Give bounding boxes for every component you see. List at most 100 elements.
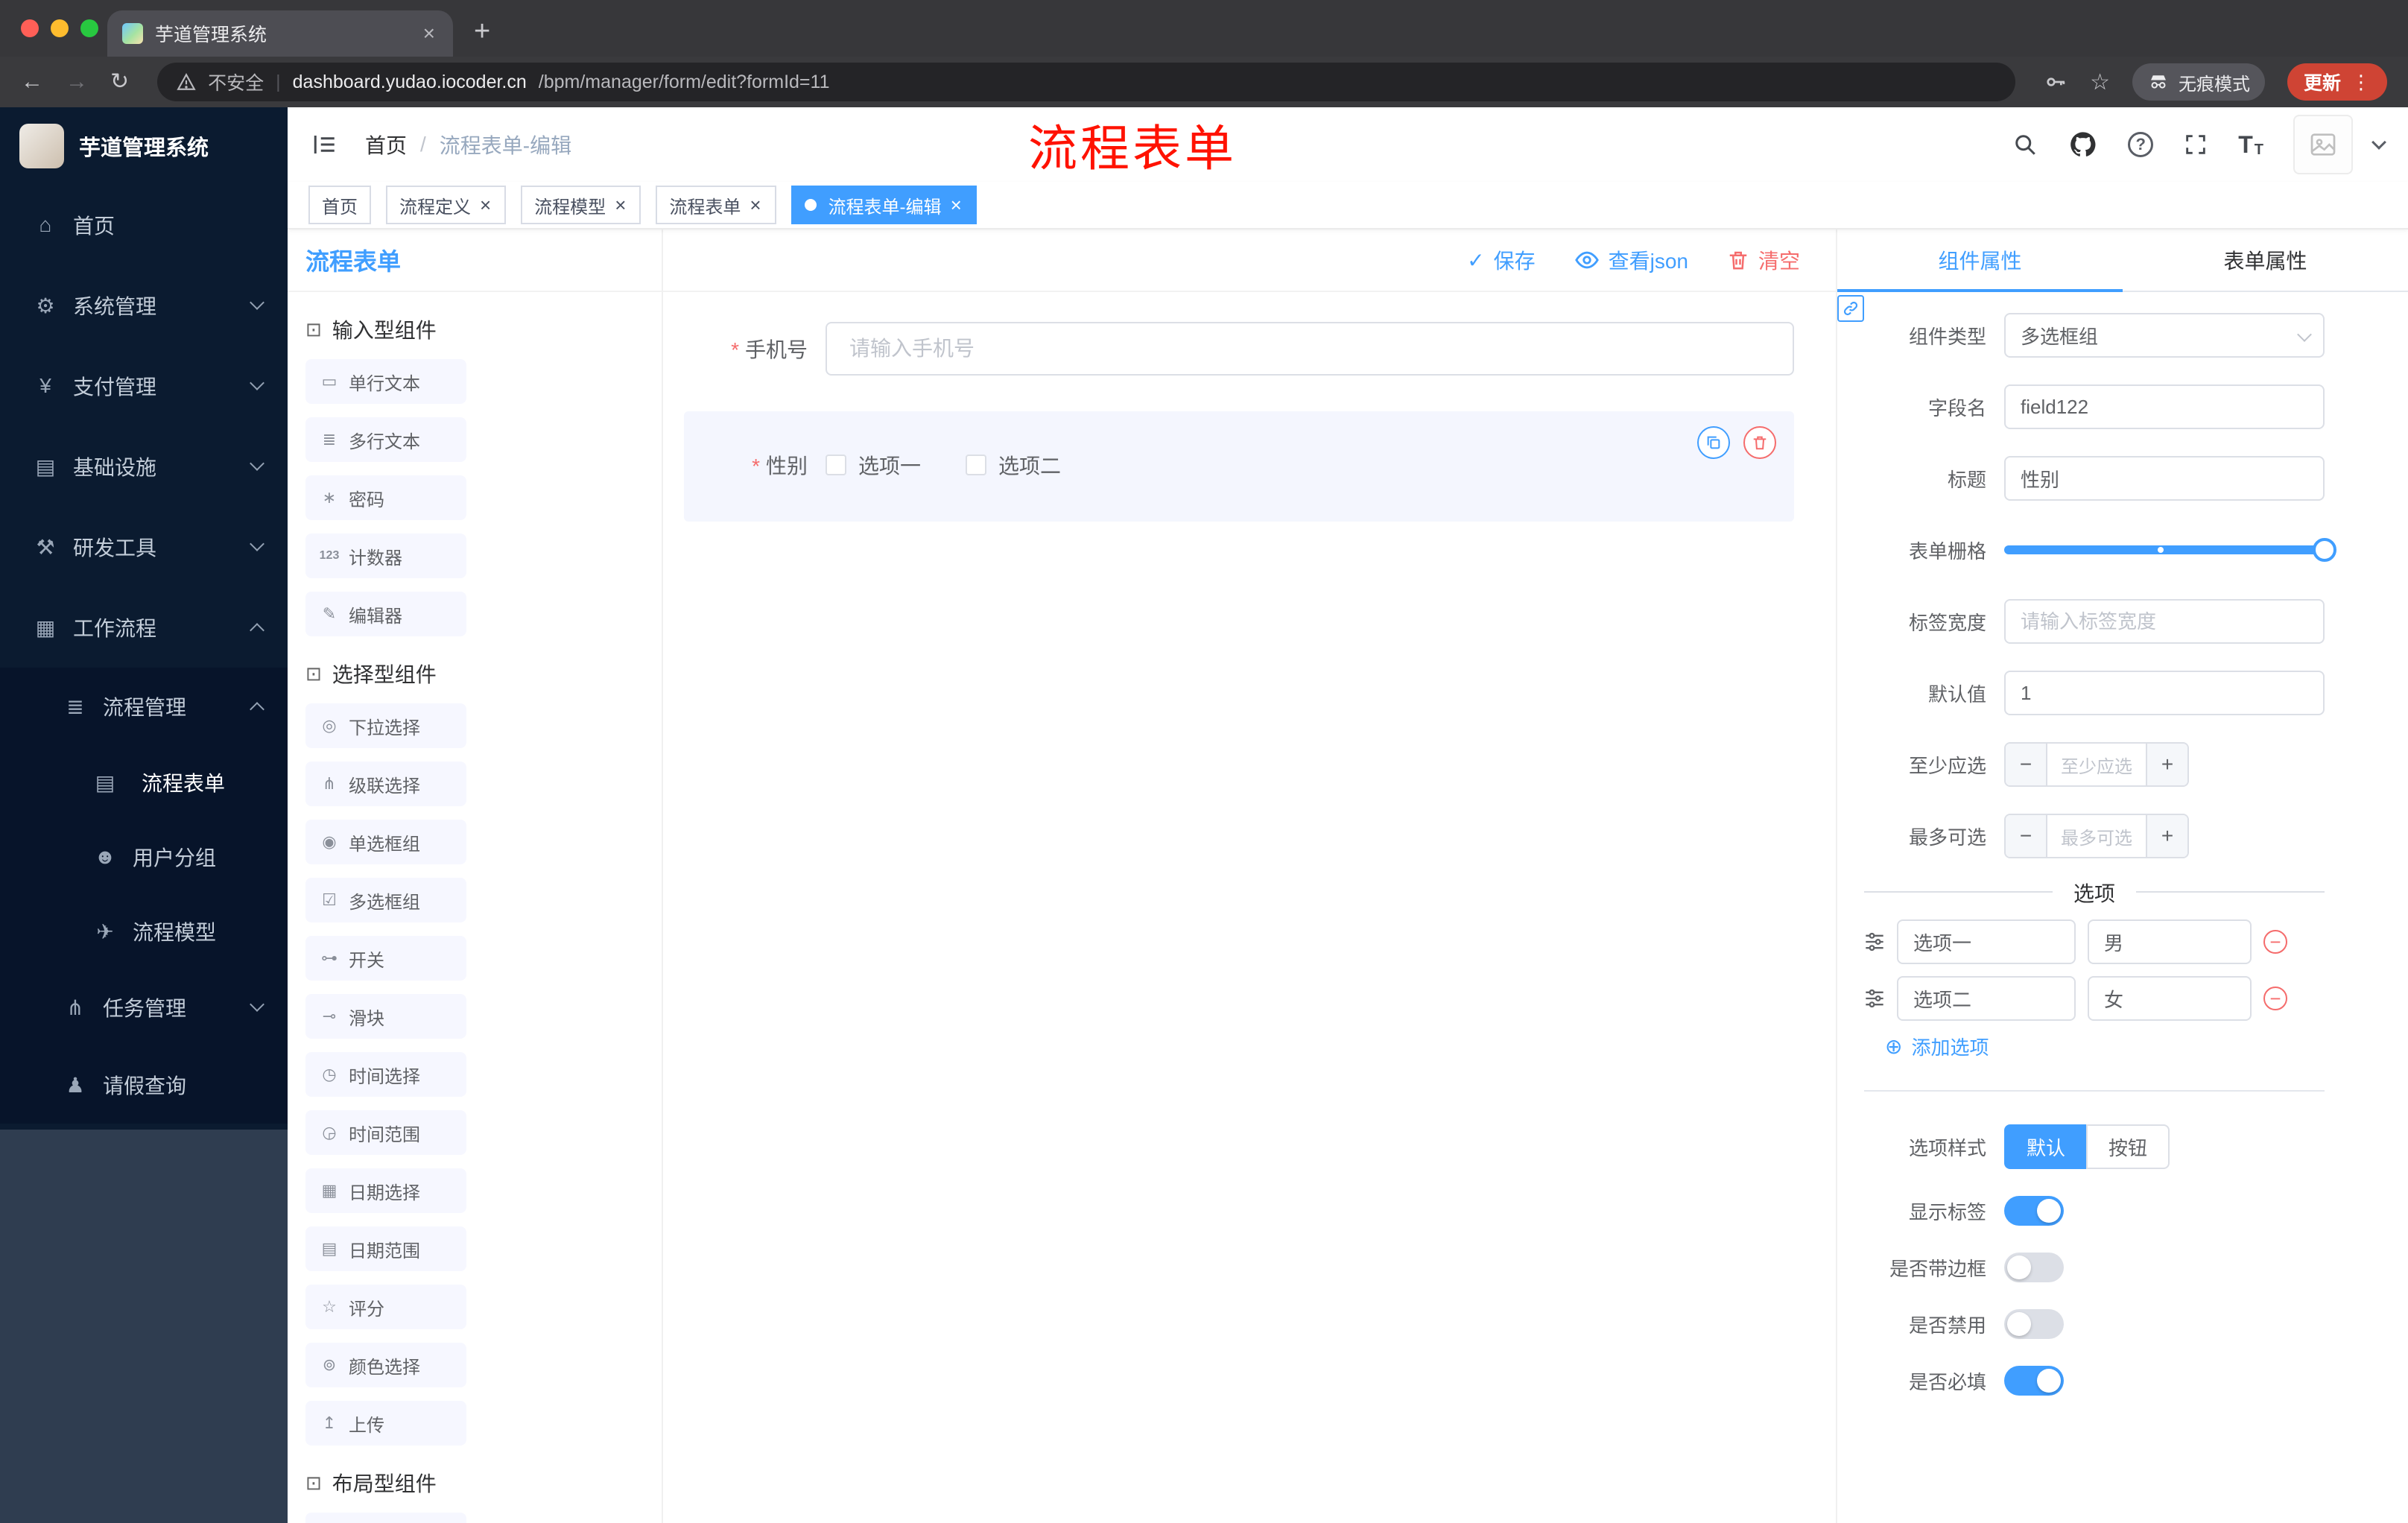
sidebar-item-3[interactable]: ▤ 基础设施	[0, 426, 288, 507]
component-multi-text[interactable]: ≣ 多行文本	[305, 417, 466, 462]
canvas-checkbox-0[interactable]: 选项一	[826, 450, 921, 480]
sidebar-item-11[interactable]: ♟ 请假查询	[0, 1046, 288, 1124]
component-select[interactable]: ◎ 下拉选择	[305, 703, 466, 748]
key-icon[interactable]	[2044, 70, 2068, 94]
tab-close-icon[interactable]: ×	[420, 22, 438, 45]
sidebar-item-7[interactable]: ▤ 流程表单	[0, 745, 288, 820]
tag-close-icon[interactable]: ×	[748, 195, 762, 215]
sidebar-item-6[interactable]: ≣ 流程管理	[0, 668, 288, 745]
avatar[interactable]	[2293, 115, 2353, 174]
component-cascader[interactable]: ⋔ 级联选择	[305, 762, 466, 806]
sidebar-item-8[interactable]: ☻ 用户分组	[0, 820, 288, 894]
option-value-input[interactable]	[2088, 976, 2252, 1021]
sidebar-item-2[interactable]: ¥ 支付管理	[0, 346, 288, 426]
browser-tab[interactable]: 芋道管理系统 ×	[107, 10, 453, 57]
security-label[interactable]: 不安全	[208, 69, 264, 95]
component-switch[interactable]: ⊶ 开关	[305, 936, 466, 981]
sidebar-item-10[interactable]: ⋔ 任务管理	[0, 969, 288, 1046]
sidebar-item-1[interactable]: ⚙ 系统管理	[0, 265, 288, 346]
reload-icon[interactable]: ↻	[110, 71, 129, 93]
toggle-switch[interactable]	[2004, 1253, 2064, 1282]
save-button[interactable]: ✓ 保存	[1467, 245, 1535, 275]
github-icon[interactable]	[2068, 130, 2098, 159]
component-password[interactable]: ∗ 密码	[305, 475, 466, 520]
back-icon[interactable]: ←	[21, 71, 43, 93]
toggle-switch[interactable]	[2004, 1309, 2064, 1339]
search-icon[interactable]	[2012, 131, 2038, 158]
link-icon-button[interactable]	[1837, 295, 1864, 322]
canvas-checkbox-1[interactable]: 选项二	[966, 450, 1061, 480]
style-default-button[interactable]: 默认	[2004, 1124, 2087, 1169]
checkbox-box-icon[interactable]	[966, 455, 987, 475]
tag-3[interactable]: 流程表单 ×	[656, 186, 776, 224]
max-select-value[interactable]: 最多可选	[2047, 815, 2146, 857]
style-button-button[interactable]: 按钮	[2086, 1124, 2170, 1169]
option-value-input[interactable]	[2088, 919, 2252, 964]
component-date-range[interactable]: ▤ 日期范围	[305, 1226, 466, 1271]
component-time-range[interactable]: ◶ 时间范围	[305, 1110, 466, 1155]
component-checkbox-group[interactable]: ☑ 多选框组	[305, 878, 466, 922]
component-rate[interactable]: ☆ 评分	[305, 1285, 466, 1329]
component-type-select[interactable]	[2004, 313, 2325, 358]
increase-button[interactable]: +	[2146, 744, 2187, 785]
decrease-button[interactable]: −	[2006, 744, 2047, 785]
decrease-button[interactable]: −	[2006, 815, 2047, 857]
option-label-input[interactable]	[1897, 919, 2076, 964]
remove-option-icon[interactable]: −	[2263, 987, 2287, 1010]
sidebar-item-4[interactable]: ⚒ 研发工具	[0, 507, 288, 587]
tag-4[interactable]: 流程表单-编辑 ×	[790, 186, 977, 224]
tag-close-icon[interactable]: ×	[613, 195, 627, 215]
component-radio-group[interactable]: ◉ 单选框组	[305, 820, 466, 864]
tab-form-props[interactable]: 表单属性	[2123, 229, 2408, 291]
drag-handle-icon[interactable]	[1864, 931, 1885, 952]
increase-button[interactable]: +	[2146, 815, 2187, 857]
option-label-input[interactable]	[1897, 976, 2076, 1021]
tag-0[interactable]: 首页	[308, 186, 371, 224]
component-color[interactable]: ⊚ 颜色选择	[305, 1343, 466, 1387]
component-time[interactable]: ◷ 时间选择	[305, 1052, 466, 1097]
tag-2[interactable]: 流程模型 ×	[521, 186, 641, 224]
forward-icon[interactable]: →	[66, 71, 88, 93]
slider-handle[interactable]	[2313, 538, 2336, 562]
tag-close-icon[interactable]: ×	[949, 195, 963, 215]
toggle-switch[interactable]	[2004, 1366, 2064, 1396]
grid-slider[interactable]	[2004, 528, 2336, 572]
sidebar-item-0[interactable]: ⌂ 首页	[0, 185, 288, 265]
remove-option-icon[interactable]: −	[2263, 930, 2287, 954]
toggle-switch[interactable]	[2004, 1196, 2064, 1226]
field-phone[interactable]: 手机号	[684, 322, 1794, 376]
sidebar-item-5[interactable]: ▦ 工作流程	[0, 587, 288, 668]
bookmark-star-icon[interactable]: ☆	[2090, 69, 2110, 95]
component-single-text[interactable]: ▭ 单行文本	[305, 359, 466, 404]
checkbox-box-icon[interactable]	[826, 455, 846, 475]
fullscreen-icon[interactable]	[2183, 132, 2208, 157]
maximize-window-button[interactable]	[80, 19, 98, 37]
tab-component-props[interactable]: 组件属性	[1837, 229, 2123, 292]
breadcrumb-home[interactable]: 首页	[365, 130, 407, 159]
tag-close-icon[interactable]: ×	[478, 195, 492, 215]
field-phone-input[interactable]	[826, 322, 1794, 376]
view-json-button[interactable]: 查看json	[1574, 245, 1688, 275]
browser-update-button[interactable]: 更新 ⋮	[2287, 63, 2387, 101]
component-date[interactable]: ▦ 日期选择	[305, 1168, 466, 1213]
component-slider[interactable]: ⊸ 滑块	[305, 994, 466, 1039]
component-upload[interactable]: ↥ 上传	[305, 1401, 466, 1446]
copy-field-button[interactable]	[1697, 426, 1730, 459]
collapse-menu-icon[interactable]	[311, 131, 338, 158]
sidebar-logo[interactable]: 芋道管理系统	[0, 107, 288, 185]
sidebar-item-9[interactable]: ✈ 流程模型	[0, 894, 288, 969]
avatar-caret-icon[interactable]	[2371, 135, 2386, 150]
drag-handle-icon[interactable]	[1864, 988, 1885, 1009]
default-value-input[interactable]	[2004, 671, 2325, 715]
min-select-value[interactable]: 至少应选	[2047, 744, 2146, 785]
component-counter[interactable]: 123 计数器	[305, 533, 466, 578]
close-window-button[interactable]	[21, 19, 39, 37]
field-name-input[interactable]	[2004, 384, 2325, 429]
tag-1[interactable]: 流程定义 ×	[386, 186, 507, 224]
url-bar[interactable]: 不安全 | dashboard.yudao.iocoder.cn/bpm/man…	[157, 63, 2016, 101]
font-size-icon[interactable]: TT	[2238, 131, 2263, 159]
component-editor[interactable]: ✎ 编辑器	[305, 592, 466, 636]
delete-field-button[interactable]	[1743, 426, 1776, 459]
minimize-window-button[interactable]	[51, 19, 69, 37]
title-input[interactable]	[2004, 456, 2325, 501]
